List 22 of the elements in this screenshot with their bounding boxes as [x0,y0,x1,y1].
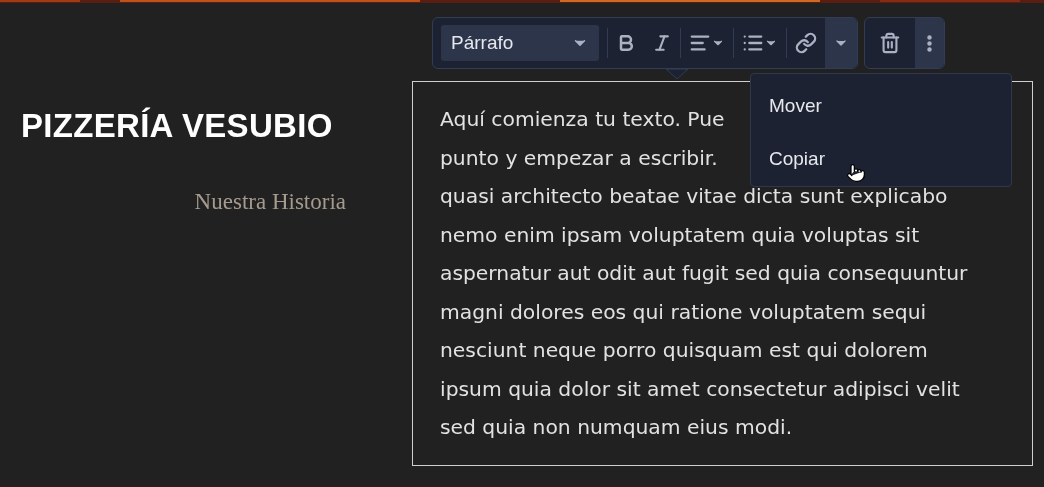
menu-item[interactable]: Copiar [751,132,1011,186]
paragraph-line: nesciunt neque porro quisquam est qui dolorem [440,337,928,364]
paragraph-line: sed quia non numquam eius modi. [440,414,793,441]
kebab-menu-icon [927,34,932,52]
section-subtitle: Nuestra Historia [194,189,346,215]
paragraph-line: magni dolores eos qui ratione voluptatem sequi [440,298,927,326]
paragraph-line: Aquí comienza tu texto. Pue [440,106,725,133]
paragraph-line: nemo enim ipsam voluptatem quia voluptas sit [440,221,920,249]
italic-icon [652,33,672,53]
link-icon [795,32,817,54]
paragraph-line: ipsum quia dolor sit amet consectetur adipisci velit [440,375,960,403]
hand-cursor-icon [846,163,866,185]
trash-icon [879,32,901,54]
paragraph-style-select[interactable]: Párrafo [441,25,599,61]
paragraph-line: aspernatur aut odit aut fugit sed quia consequuntur [440,260,968,287]
menu-item[interactable]: Mover [751,79,1011,133]
align-left-icon [689,32,711,54]
more-options-button[interactable] [915,18,944,68]
paragraph-line: quasi architecto beatae vitae dicta sunt explicabo [440,183,948,210]
site-title: PIZZERÍA VESUBIO [21,107,333,145]
list-icon [742,32,764,54]
paragraph-line: punto y empezar a escribir. [440,144,718,172]
